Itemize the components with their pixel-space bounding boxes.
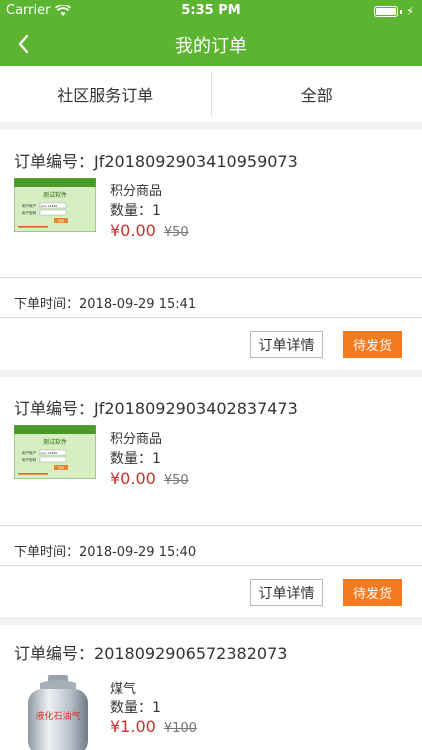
svg-text:用户帐户: 用户帐户 bbox=[22, 203, 37, 208]
product-quantity: 数量：1 bbox=[110, 700, 161, 716]
product-name: 积分商品 bbox=[110, 184, 163, 199]
svg-text:测试软件: 测试软件 bbox=[43, 438, 67, 446]
svg-text:登录: 登录 bbox=[58, 465, 64, 470]
charging-icon: ⚡ bbox=[406, 5, 414, 18]
svg-text:用户密码: 用户密码 bbox=[22, 457, 37, 462]
svg-text:登录: 登录 bbox=[58, 218, 64, 223]
original-price: ¥50 bbox=[163, 225, 189, 240]
divider bbox=[0, 277, 422, 278]
product-thumbnail[interactable]: 测试软件 用户帐户 pan 12488 用户密码 登录 bbox=[13, 424, 97, 480]
product-price: ¥0.00 ¥50 bbox=[110, 469, 189, 488]
order-card: 订单编号：Jf2018092903410959073 测试软件 用户帐户 pan… bbox=[0, 130, 422, 370]
original-price: ¥50 bbox=[163, 473, 189, 488]
order-card: 订单编号：2018092906572382073 液化石油气 煤气 数量：1 ¥… bbox=[0, 625, 422, 750]
pending-shipment-button[interactable]: 待发货 bbox=[343, 331, 402, 358]
divider bbox=[0, 317, 422, 318]
gas-cylinder-image[interactable]: 液化石油气 bbox=[22, 675, 94, 750]
status-time: 5:35 PM bbox=[181, 3, 241, 18]
order-number: 订单编号：2018092906572382073 bbox=[14, 644, 288, 663]
divider bbox=[0, 565, 422, 566]
product-name: 煤气 bbox=[110, 682, 137, 697]
order-detail-button[interactable]: 订单详情 bbox=[250, 331, 323, 358]
nav-bar: 我的订单 bbox=[0, 22, 422, 66]
product-quantity: 数量：1 bbox=[110, 451, 161, 467]
product-price: ¥0.00 ¥50 bbox=[110, 221, 189, 240]
product-quantity: 数量：1 bbox=[110, 203, 161, 219]
product-price: ¥1.00 ¥100 bbox=[110, 717, 197, 736]
svg-text:用户帐户: 用户帐户 bbox=[22, 450, 37, 455]
status-bar: Carrier 5:35 PM ⚡ bbox=[0, 0, 422, 22]
pending-shipment-button[interactable]: 待发货 bbox=[343, 579, 402, 606]
divider bbox=[0, 525, 422, 526]
order-number: 订单编号：Jf2018092903402837473 bbox=[14, 399, 298, 418]
app-header: Carrier 5:35 PM ⚡ 我的订单 bbox=[0, 0, 422, 66]
svg-text:液化石油气: 液化石油气 bbox=[35, 710, 80, 722]
order-tabs: 社区服务订单 全部 bbox=[0, 66, 422, 122]
tab-community-service[interactable]: 社区服务订单 bbox=[0, 66, 211, 122]
svg-text:pan 12488: pan 12488 bbox=[41, 204, 57, 208]
product-thumbnail[interactable]: 测试软件 用户帐户 pan 12488 用户密码 登录 bbox=[13, 177, 97, 233]
svg-text:测试软件: 测试软件 bbox=[43, 191, 67, 199]
svg-text:pan 12488: pan 12488 bbox=[41, 451, 57, 455]
order-card: 订单编号：Jf2018092903402837473 测试软件 用户帐户 pan… bbox=[0, 377, 422, 617]
order-number: 订单编号：Jf2018092903410959073 bbox=[14, 152, 298, 171]
original-price: ¥100 bbox=[163, 721, 197, 736]
order-time: 下单时间：2018-09-29 15:40 bbox=[14, 545, 197, 560]
product-name: 积分商品 bbox=[110, 432, 163, 447]
page-title: 我的订单 bbox=[175, 36, 247, 57]
tab-all[interactable]: 全部 bbox=[212, 66, 422, 122]
svg-text:用户密码: 用户密码 bbox=[22, 210, 37, 215]
battery-icon: ⚡ bbox=[374, 5, 414, 18]
order-time: 下单时间：2018-09-29 15:41 bbox=[14, 297, 197, 312]
order-detail-button[interactable]: 订单详情 bbox=[250, 579, 323, 606]
